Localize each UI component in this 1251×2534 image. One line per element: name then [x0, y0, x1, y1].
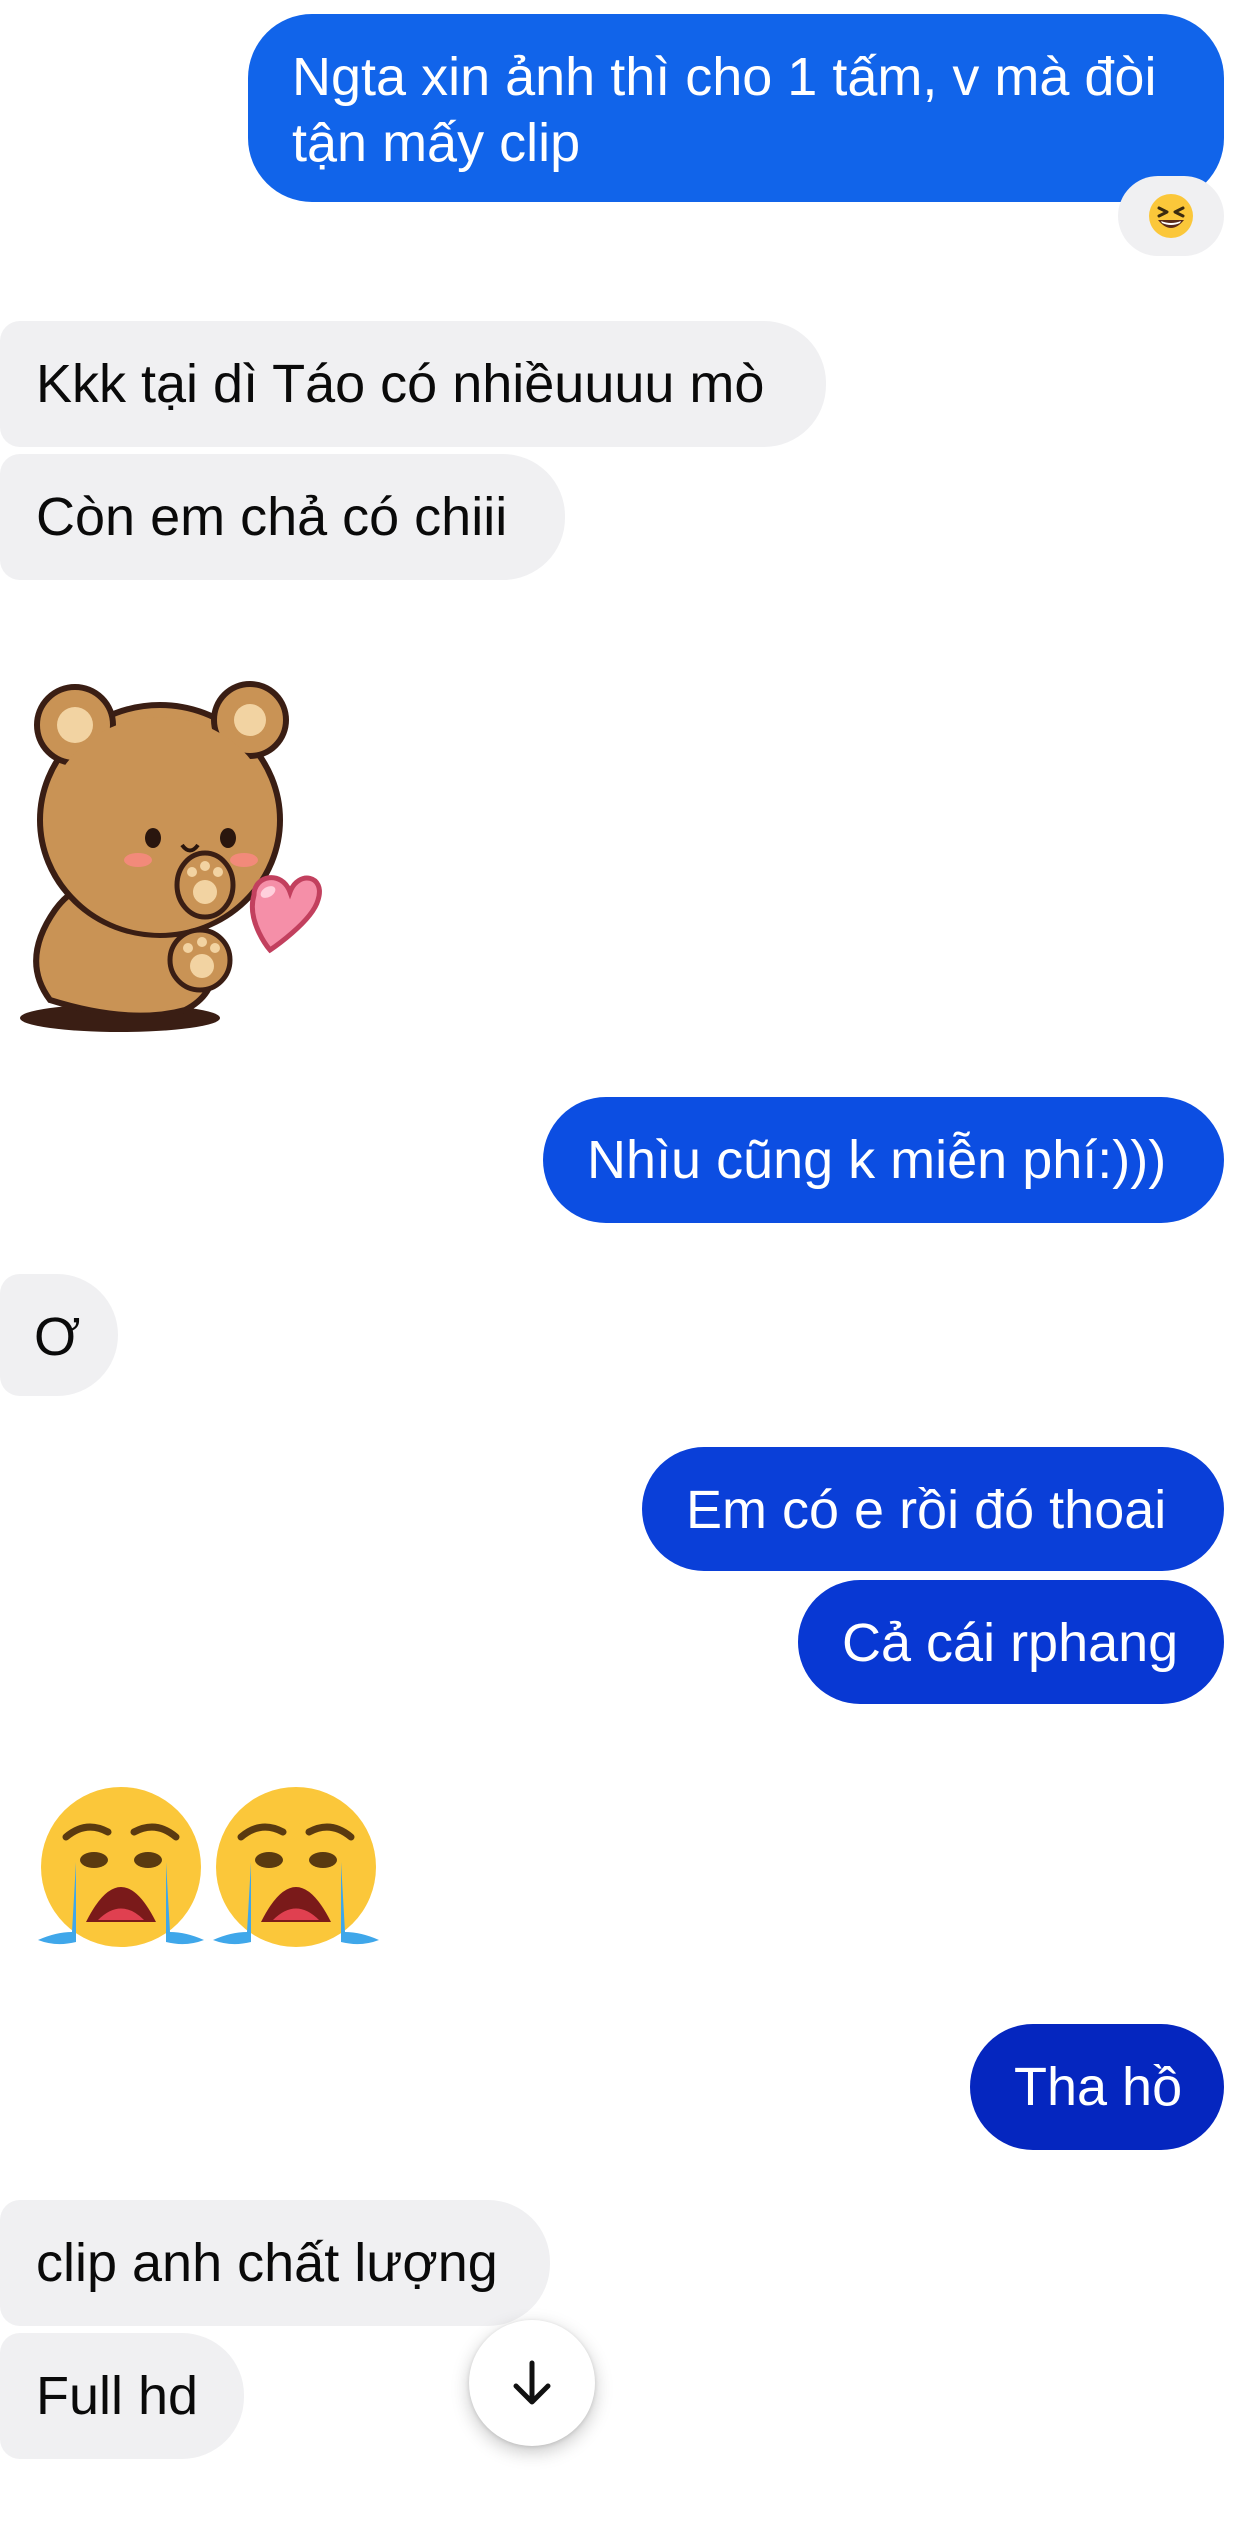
- message-bubble-incoming[interactable]: Ơ: [0, 1274, 118, 1396]
- bear-sticker-image: [20, 681, 322, 1032]
- message-bubble-outgoing[interactable]: Cả cái rphang: [798, 1580, 1224, 1704]
- message-text: Ngta xin ảnh thì cho 1 tấm, v mà đòi tận…: [292, 47, 1157, 173]
- crying-emoji-icon: [213, 1787, 379, 1947]
- crying-emoji-icon: [38, 1787, 204, 1947]
- arrow-down-icon: [513, 2360, 551, 2405]
- big-emoji-message[interactable]: [36, 1782, 386, 1952]
- message-bubble-incoming[interactable]: Còn em chả có chiii: [0, 454, 565, 580]
- message-text: clip anh chất lượng: [36, 2233, 498, 2293]
- message-text: Tha hồ: [1014, 2057, 1183, 2117]
- laughing-emoji-icon: [1149, 194, 1193, 238]
- message-text: Full hd: [36, 2366, 199, 2426]
- message-text: Nhìu cũng k miễn phí:))): [587, 1130, 1167, 1190]
- message-text: Cả cái rphang: [842, 1613, 1179, 1673]
- message-text: Em có e rồi đó thoai: [686, 1480, 1167, 1540]
- message-bubble-incoming[interactable]: clip anh chất lượng: [0, 2200, 550, 2326]
- message-bubble-incoming[interactable]: Kkk tại dì Táo có nhiềuuuu mò: [0, 321, 826, 447]
- scroll-to-bottom-button[interactable]: [469, 2320, 595, 2446]
- crying-emoji-pair: [38, 1787, 379, 1947]
- message-bubble-outgoing[interactable]: Em có e rồi đó thoai: [642, 1447, 1224, 1571]
- message-bubble-outgoing[interactable]: Ngta xin ảnh thì cho 1 tấm, v mà đòi tận…: [248, 14, 1224, 202]
- message-bubble-outgoing[interactable]: Tha hồ: [970, 2024, 1224, 2150]
- message-text: Còn em chả có chiii: [36, 487, 508, 547]
- message-text: Ơ: [34, 1307, 81, 1367]
- bear-heart-sticker[interactable]: [10, 660, 350, 1040]
- message-bubble-incoming[interactable]: Full hd: [0, 2333, 244, 2459]
- message-reaction[interactable]: [1118, 176, 1224, 256]
- message-bubble-outgoing[interactable]: Nhìu cũng k miễn phí:))): [543, 1097, 1224, 1223]
- message-text: Kkk tại dì Táo có nhiềuuuu mò: [36, 354, 765, 414]
